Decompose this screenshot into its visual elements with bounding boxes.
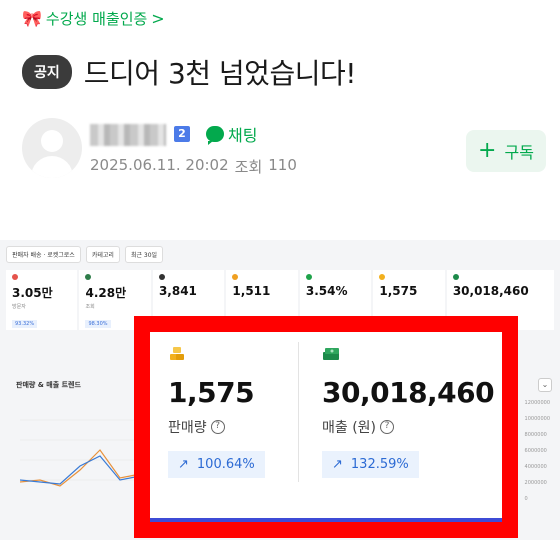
chat-button[interactable]: 채팅 bbox=[206, 122, 257, 146]
view-icon bbox=[85, 274, 92, 280]
mini-stat-label: 방문자 bbox=[12, 304, 26, 310]
mini-stat-value: 1,575 bbox=[379, 284, 418, 298]
conversion-icon bbox=[305, 274, 312, 280]
post-meta: 2025.06.11. 20:02 조회 110 bbox=[90, 156, 297, 177]
revenue-label: 매출 (원) bbox=[322, 420, 377, 436]
accent-bar bbox=[150, 518, 502, 522]
blurred-nickname[interactable] bbox=[90, 124, 166, 146]
axis-tick: 8000000 bbox=[524, 432, 547, 438]
views-label: 조회 bbox=[234, 158, 263, 176]
axis-tick: 2000000 bbox=[524, 480, 547, 486]
sales-change-badge: ↗ 100.64% bbox=[168, 451, 265, 478]
revenue-change-badge: ↗ 132.59% bbox=[322, 451, 419, 478]
mini-stat-value: 4.28만 bbox=[85, 286, 127, 300]
filter-period: 최근 30일 bbox=[124, 246, 164, 263]
trend-up-arrow-icon: ↗ bbox=[332, 457, 343, 472]
card-divider bbox=[298, 342, 299, 482]
cart-icon bbox=[158, 274, 165, 280]
views-count: 110 bbox=[268, 156, 297, 174]
highlight-content: 1,575 판매량 ? ↗ 100.64% 30,018,460 매출 (원) … bbox=[150, 332, 502, 522]
axis-tick: 12000000 bbox=[524, 400, 550, 406]
mini-stat-value: 3,841 bbox=[158, 284, 197, 298]
plus-icon: + bbox=[478, 138, 497, 163]
chevron-down-icon[interactable]: ⌄ bbox=[538, 378, 552, 392]
sales-series-line bbox=[20, 449, 140, 487]
breadcrumb-label: 수강생 매출인증 bbox=[45, 10, 148, 28]
mini-stat-value: 30,018,460 bbox=[452, 284, 529, 298]
sales-card: 1,575 판매량 ? ↗ 100.64% bbox=[168, 344, 328, 478]
trend-title: 판매량 & 매출 트렌드 bbox=[16, 381, 81, 389]
subscribe-label: 구독 bbox=[504, 143, 534, 162]
mini-stat-change: 93.32% bbox=[12, 320, 38, 328]
trend-up-arrow-icon: ↗ bbox=[178, 457, 189, 472]
axis-tick: 10000000 bbox=[524, 416, 550, 422]
sales-label-row: 판매량 ? bbox=[168, 417, 328, 437]
subscribe-button[interactable]: + 구독 bbox=[466, 130, 546, 172]
mini-stat-card: 3.05만 방문자 93.32% bbox=[6, 270, 78, 330]
help-icon[interactable]: ? bbox=[210, 420, 225, 434]
mini-stat-value: 3.54% bbox=[305, 284, 348, 298]
highlight-box: 1,575 판매량 ? ↗ 100.64% 30,018,460 매출 (원) … bbox=[134, 316, 518, 538]
revenue-label-row: 매출 (원) ? bbox=[322, 417, 482, 437]
post-title: 드디어 3천 넘었습니다! bbox=[83, 57, 357, 90]
axis-tick: 4000000 bbox=[524, 464, 547, 470]
help-icon[interactable]: ? bbox=[380, 420, 395, 434]
coin-icon bbox=[379, 274, 386, 280]
chevron-right-icon: > bbox=[151, 9, 165, 28]
revenue-card: 30,018,460 매출 (원) ? ↗ 132.59% bbox=[322, 344, 495, 478]
sales-label: 판매량 bbox=[168, 420, 207, 436]
cash-stack-icon bbox=[323, 348, 339, 360]
trend-line-chart bbox=[20, 419, 140, 487]
level-badge: 2 bbox=[174, 126, 190, 142]
right-axis: 12000000 10000000 8000000 6000000 400000… bbox=[525, 400, 550, 502]
dashboard-filters: 판매자 배송 · 로켓그로스 카테고리 최근 30일 bbox=[6, 246, 164, 263]
mini-stat-value: 1,511 bbox=[232, 284, 271, 298]
visitor-icon bbox=[12, 274, 18, 280]
sales-change-value: 100.64% bbox=[196, 457, 255, 472]
chat-label: 채팅 bbox=[228, 126, 258, 145]
coin-stack-icon bbox=[170, 347, 184, 360]
revenue-value: 30,018,460 bbox=[322, 376, 495, 409]
breadcrumb[interactable]: 🎀 수강생 매출인증 > bbox=[22, 8, 165, 29]
author-section: 2 채팅 2025.06.11. 20:02 조회 110 + 구독 bbox=[22, 118, 546, 188]
avatar[interactable] bbox=[22, 118, 82, 178]
avatar-head-shape bbox=[41, 130, 63, 152]
mini-stat-change: 98.30% bbox=[85, 320, 111, 328]
avatar-body-shape bbox=[31, 156, 73, 178]
chat-bubble-icon bbox=[206, 126, 224, 145]
ribbon-icon: 🎀 bbox=[22, 9, 42, 28]
filter-category: 카테고리 bbox=[85, 246, 120, 263]
cash-icon bbox=[452, 274, 459, 280]
filter-delivery: 판매자 배송 · 로켓그로스 bbox=[6, 246, 81, 263]
axis-tick: 6000000 bbox=[524, 448, 547, 454]
revenue-change-value: 132.59% bbox=[350, 457, 409, 472]
mini-stat-value: 3.05만 bbox=[12, 286, 53, 300]
axis-tick: 0 bbox=[524, 496, 528, 502]
post-header: 공지 드디어 3천 넘었습니다! bbox=[22, 52, 356, 92]
sales-value: 1,575 bbox=[168, 376, 255, 409]
notice-badge: 공지 bbox=[22, 55, 72, 89]
order-icon bbox=[232, 274, 239, 280]
post-date: 2025.06.11. 20:02 bbox=[90, 156, 229, 174]
mini-stat-label: 조회 bbox=[85, 304, 95, 310]
